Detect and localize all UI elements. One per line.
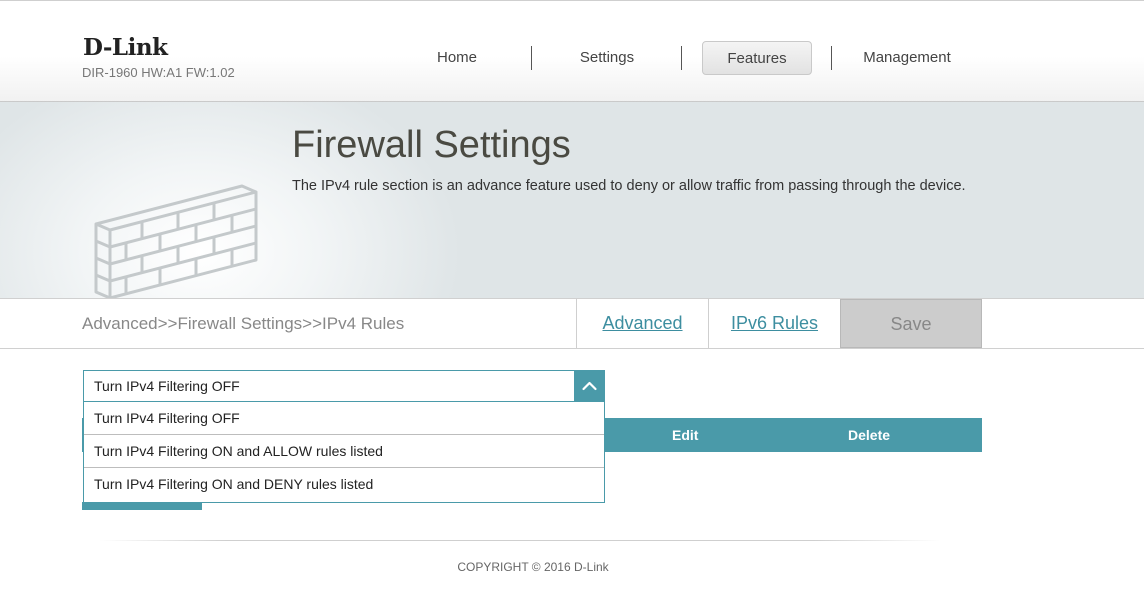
page-description: The IPv4 rule section is an advance feat… [292,178,966,194]
nav-divider [831,46,832,70]
option-filtering-deny[interactable]: Turn IPv4 Filtering ON and DENY rules li… [84,468,604,502]
tab-ipv6-rules[interactable]: IPv6 Rules [708,299,840,348]
copyright-text: COPYRIGHT © 2016 D-Link [457,560,609,574]
breadcrumb: Advanced>>Firewall Settings>>IPv4 Rules [82,314,405,333]
footer-divider [100,540,940,541]
select-current-value: Turn IPv4 Filtering OFF [94,378,240,394]
chevron-up-icon[interactable] [574,370,605,402]
brick-wall-icon [94,184,258,300]
ipv4-filtering-options: Turn IPv4 Filtering OFF Turn IPv4 Filter… [83,402,605,503]
option-filtering-allow[interactable]: Turn IPv4 Filtering ON and ALLOW rules l… [84,435,604,468]
nav-divider [681,46,682,70]
nav-home[interactable]: Home [397,41,517,75]
nav-features[interactable]: Features [702,41,812,75]
column-delete: Delete [848,427,891,443]
nav-divider [531,46,532,70]
tab-advanced[interactable]: Advanced [576,299,708,348]
save-button[interactable]: Save [840,299,982,348]
ipv4-filtering-select[interactable]: Turn IPv4 Filtering OFF [83,370,605,402]
page-banner: Firewall Settings The IPv4 rule section … [0,102,1144,300]
add-rule-button[interactable] [82,502,202,510]
page-title: Firewall Settings [292,124,571,166]
option-filtering-off[interactable]: Turn IPv4 Filtering OFF [84,402,604,435]
column-edit: Edit [672,427,699,443]
nav-management[interactable]: Management [847,41,967,75]
dlink-logo[interactable]: D-Link [83,34,168,61]
top-header: D-Link DIR-1960 HW:A1 FW:1.02 Home Setti… [0,0,1144,102]
device-info: DIR-1960 HW:A1 FW:1.02 [82,65,235,80]
nav-settings[interactable]: Settings [547,41,667,75]
